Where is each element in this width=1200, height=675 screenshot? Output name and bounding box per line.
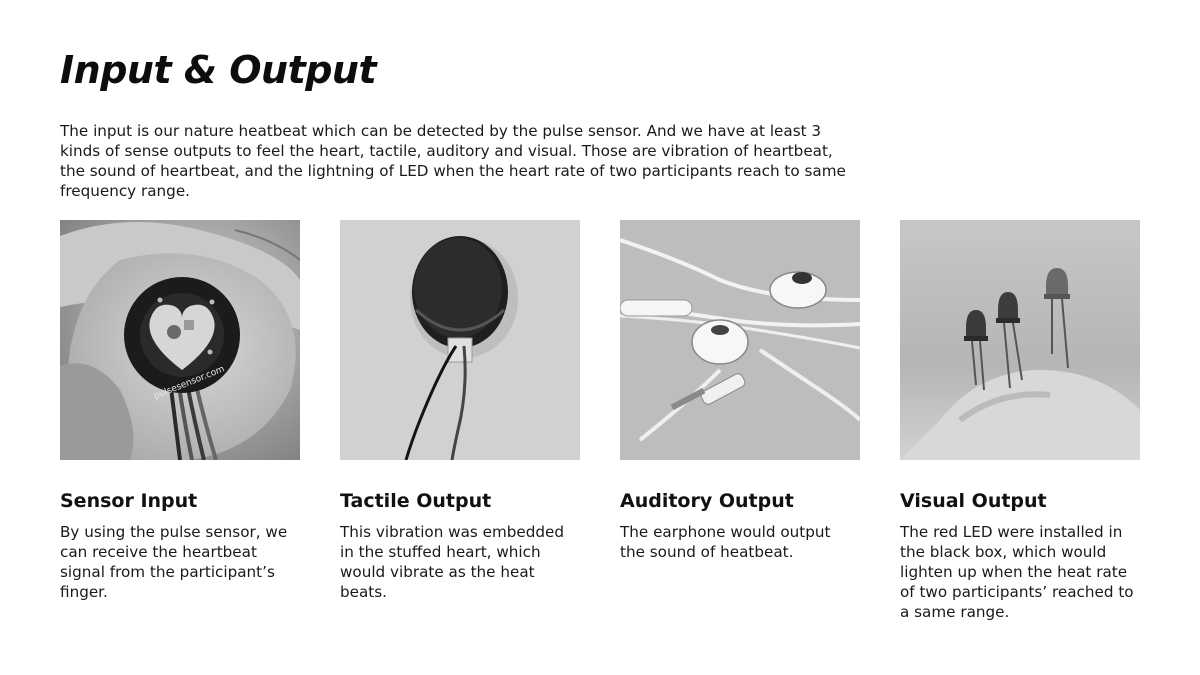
- intro-paragraph: The input is our nature heatbeat which c…: [60, 122, 846, 200]
- card-title-visual-output: Visual Output: [900, 490, 1047, 512]
- card-title-sensor-input: Sensor Input: [60, 490, 198, 512]
- earphone-photo: [620, 220, 860, 460]
- vibration-motor-photo: [340, 220, 580, 460]
- card-title-auditory-output: Auditory Output: [620, 490, 794, 512]
- pulse-sensor-photo: pulsesensor.com: [60, 220, 300, 460]
- led-photo: [900, 220, 1140, 460]
- card-tactile-output: Tactile Output This vibration was embedd…: [340, 220, 580, 601]
- card-auditory-output: Auditory Output The earphone would outpu…: [620, 220, 860, 561]
- card-visual-output: Visual Output The red LED were installed…: [900, 220, 1140, 621]
- card-desc-auditory-output: The earphone would output the sound of h…: [620, 523, 831, 561]
- card-desc-tactile-output: This vibration was embedded in the stuff…: [340, 523, 565, 601]
- card-sensor-input: pulsesensor.com Sensor Input By using th…: [60, 220, 300, 601]
- card-desc-sensor-input: By using the pulse sensor, we can receiv…: [60, 523, 288, 601]
- page-title: Input & Output: [60, 48, 377, 92]
- card-desc-visual-output: The red LED were installed in the black …: [900, 523, 1134, 621]
- card-title-tactile-output: Tactile Output: [340, 490, 492, 512]
